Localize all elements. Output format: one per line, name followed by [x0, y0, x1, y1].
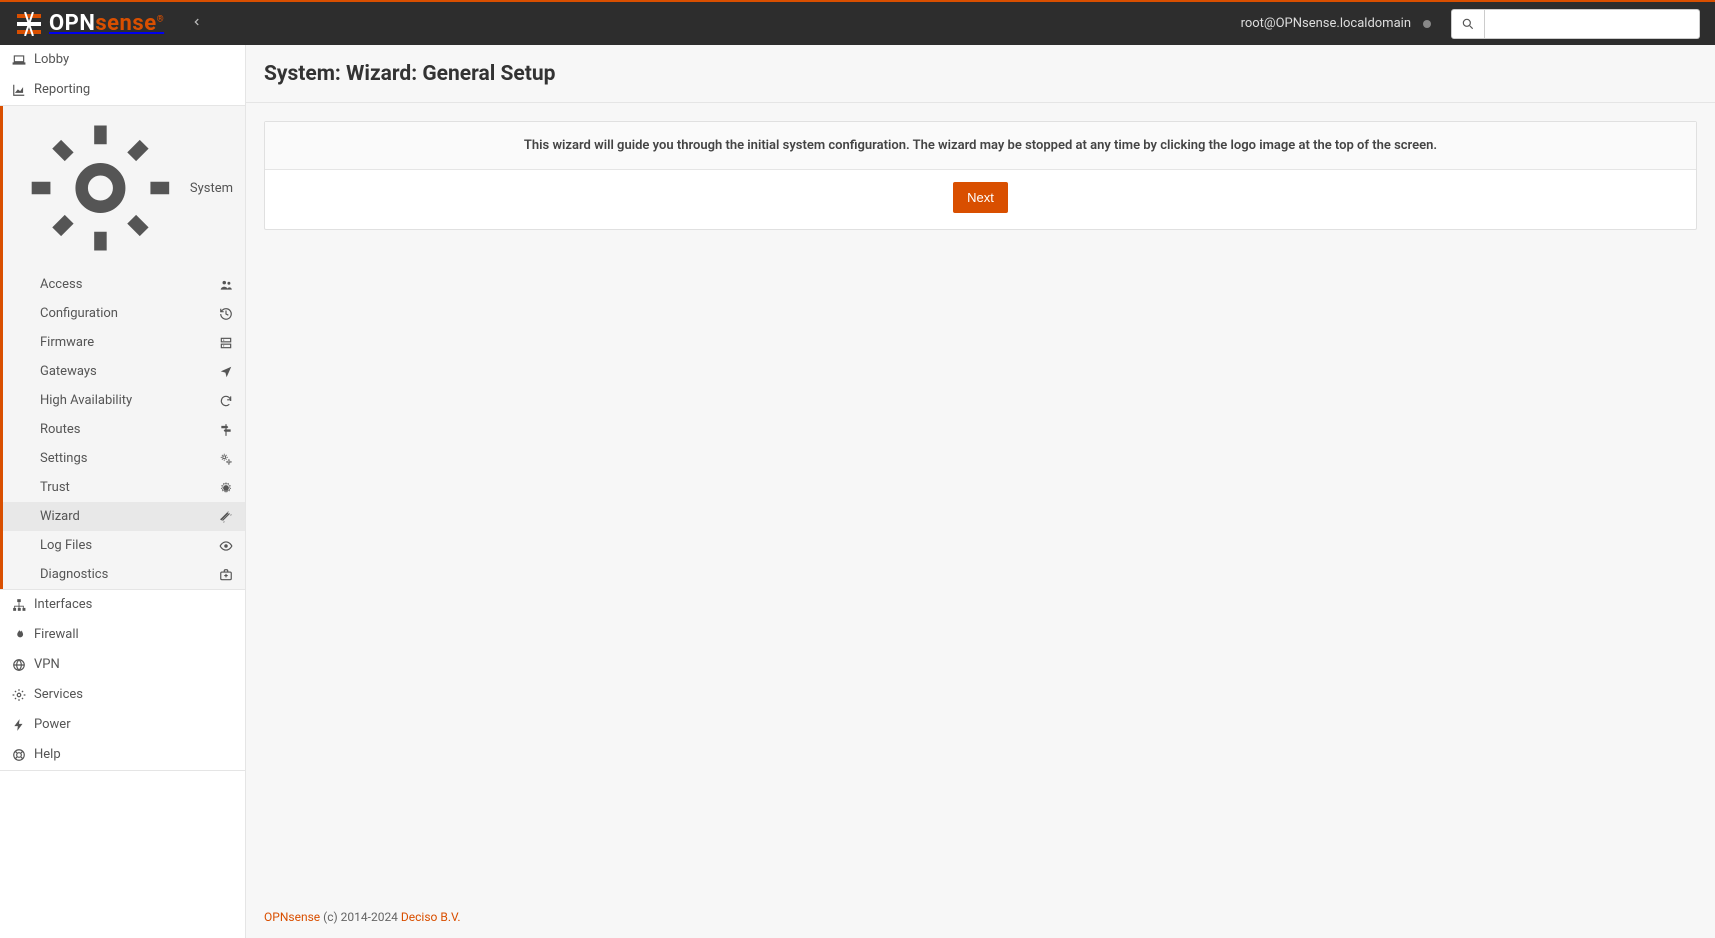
history-icon [219, 307, 233, 321]
sidebar-item-help[interactable]: Help [0, 740, 245, 770]
footer-copyright: (c) 2014-2024 [320, 910, 401, 924]
eye-icon [219, 539, 233, 553]
page-header: System: Wizard: General Setup [246, 45, 1715, 103]
laptop-icon [11, 53, 27, 67]
users-icon [219, 278, 233, 292]
sidebar-item-label: Services [34, 687, 83, 702]
logo-text: OPNsense® [49, 11, 164, 36]
search-input[interactable] [1485, 9, 1700, 39]
fire-icon [11, 628, 27, 642]
sidebar-item-label: Interfaces [34, 597, 92, 612]
sidebar-sub-label: Gateways [40, 364, 97, 379]
area-chart-icon [11, 83, 27, 97]
user-hostname-label[interactable]: root@OPNsense.localdomain [1241, 16, 1411, 31]
sidebar-sub-label: Log Files [40, 538, 92, 553]
sidebar-sub-label: Wizard [40, 509, 80, 524]
sidebar-sub-diagnostics[interactable]: Diagnostics [0, 560, 245, 589]
server-icon [219, 336, 233, 350]
footer-company-link[interactable]: Deciso B.V. [401, 910, 461, 924]
sidebar-item-firewall[interactable]: Firewall [0, 620, 245, 650]
logo-link[interactable]: OPNsense® [15, 11, 164, 36]
top-navbar: OPNsense® root@OPNsense.localdomain [0, 0, 1715, 45]
sidebar-group-system[interactable]: System [0, 106, 245, 270]
sidebar-item-reporting[interactable]: Reporting [0, 75, 245, 105]
refresh-icon [219, 394, 233, 408]
sidebar-sub-label: Routes [40, 422, 80, 437]
sidebar-item-power[interactable]: Power [0, 710, 245, 740]
certificate-icon [219, 481, 233, 495]
collapse-sidebar-button[interactable] [184, 10, 210, 38]
gear-icon [11, 688, 27, 702]
sidebar-item-label: VPN [34, 657, 60, 672]
sidebar-sub-label: Trust [40, 480, 70, 495]
sidebar-item-lobby[interactable]: Lobby [0, 45, 245, 75]
life-ring-icon [11, 748, 27, 762]
medkit-icon [219, 568, 233, 582]
sidebar-sub-wizard[interactable]: Wizard [0, 502, 245, 531]
status-indicator-icon[interactable] [1423, 20, 1431, 28]
sidebar-sub-label: High Availability [40, 393, 132, 408]
sidebar-sub-routes[interactable]: Routes [0, 415, 245, 444]
sidebar-item-label: Power [34, 717, 71, 732]
sidebar-item-services[interactable]: Services [0, 680, 245, 710]
sidebar-item-label: Help [34, 747, 61, 762]
wizard-intro-text: This wizard will guide you through the i… [265, 122, 1696, 170]
search-group [1451, 9, 1700, 39]
sidebar-sub-label: Diagnostics [40, 567, 108, 582]
sidebar-sub-high-availability[interactable]: High Availability [0, 386, 245, 415]
footer: OPNsense (c) 2014-2024 Deciso B.V. [246, 898, 1715, 938]
sidebar-item-label: Reporting [34, 82, 90, 97]
sidebar-sub-settings[interactable]: Settings [0, 444, 245, 473]
sidebar-sub-access[interactable]: Access [0, 270, 245, 299]
search-button[interactable] [1451, 9, 1485, 39]
globe-icon [11, 658, 27, 672]
sidebar-item-vpn[interactable]: VPN [0, 650, 245, 680]
sidebar-sub-trust[interactable]: Trust [0, 473, 245, 502]
sidebar-sub-configuration[interactable]: Configuration [0, 299, 245, 328]
sidebar-group-system-label: System [190, 181, 233, 196]
wizard-panel: This wizard will guide you through the i… [264, 121, 1697, 230]
sitemap-icon [11, 598, 27, 612]
sidebar-item-label: Firewall [34, 627, 79, 642]
signs-icon [219, 423, 233, 437]
magic-icon [219, 510, 233, 524]
main-area: System: Wizard: General Setup This wizar… [246, 45, 1715, 938]
sidebar-item-interfaces[interactable]: Interfaces [0, 590, 245, 620]
location-arrow-icon [219, 365, 233, 379]
page-title: System: Wizard: General Setup [264, 62, 1697, 86]
sidebar-sub-log-files[interactable]: Log Files [0, 531, 245, 560]
sidebar-item-label: Lobby [34, 52, 69, 67]
sidebar-sub-label: Firmware [40, 335, 94, 350]
sidebar-sub-firmware[interactable]: Firmware [0, 328, 245, 357]
bolt-icon [11, 718, 27, 732]
sidebar: Lobby Reporting System Access Configuratio… [0, 45, 246, 938]
sidebar-sub-label: Configuration [40, 306, 118, 321]
sidebar-sub-gateways[interactable]: Gateways [0, 357, 245, 386]
footer-product-link[interactable]: OPNsense [264, 910, 320, 924]
logo-icon [15, 12, 43, 36]
cogs-icon [219, 452, 233, 466]
sidebar-sub-label: Settings [40, 451, 87, 466]
sidebar-sub-label: Access [40, 277, 82, 292]
next-button[interactable]: Next [953, 182, 1008, 213]
